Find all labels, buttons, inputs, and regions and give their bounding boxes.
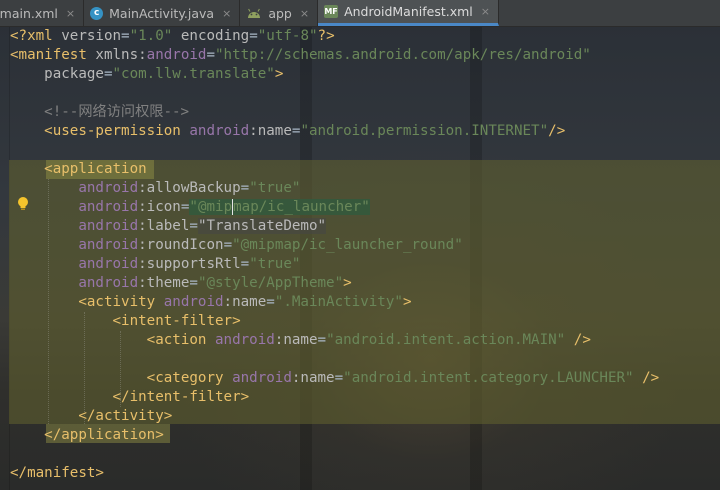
code-line-category: <category android:name="android.intent.c… <box>10 370 660 386</box>
tab-main-activity-java[interactable]: c MainActivity.java × <box>84 0 241 26</box>
tab-app[interactable]: app × <box>240 0 319 26</box>
code-line-activity-open: <activity android:name=".MainActivity"> <box>10 294 412 310</box>
java-class-icon: c <box>90 6 104 20</box>
code-line-round-icon: android:roundIcon="@mipmap/ic_launcher_r… <box>78 237 463 253</box>
tab-label: app <box>268 5 292 21</box>
tab-label: MainActivity.java <box>109 5 215 21</box>
code-line-2: <manifest xmlns:android="http://schemas.… <box>10 47 591 63</box>
code-line-activity-close: </activity> <box>10 408 173 424</box>
code-line-comment: <!--网络访问权限--> <box>10 104 190 120</box>
tab-label: AndroidManifest.xml <box>344 4 473 19</box>
code-editor[interactable]: <?xml version="1.0" encoding="utf-8"?> <… <box>0 27 720 490</box>
close-icon[interactable]: × <box>300 7 309 20</box>
code-line-application-close: </application> <box>10 427 164 443</box>
editor-tab-bar: y_main.xml × c MainActivity.java × app ×… <box>0 0 720 27</box>
code-line-icon: android:icon="@mipmap/ic_launcher" <box>78 199 370 215</box>
tab-label: y_main.xml <box>0 5 58 21</box>
close-icon[interactable]: × <box>481 5 490 18</box>
code-line-intent-filter-close: </intent-filter> <box>10 389 250 405</box>
code-line-intent-filter-open: <intent-filter> <box>10 313 241 329</box>
code-line-1: <?xml version="1.0" encoding="utf-8"?> <box>10 28 335 44</box>
tab-android-manifest-xml[interactable]: MF AndroidManifest.xml × <box>318 0 499 26</box>
code-line-theme: android:theme="@style/AppTheme"> <box>78 275 352 291</box>
text-caret: map/ic_launcher" <box>232 199 370 215</box>
code-line-allow-backup: android:allowBackup="true" <box>78 180 301 196</box>
close-icon[interactable]: × <box>222 7 231 20</box>
code-line-manifest-close: </manifest> <box>10 465 104 481</box>
code-line-supports-rtl: android:supportsRtl="true" <box>78 256 301 272</box>
code-line-application-open: <application <box>10 161 147 177</box>
manifest-file-icon: MF <box>324 5 339 18</box>
code-line-uses-permission: <uses-permission android:name="android.p… <box>10 123 566 139</box>
tab-activity-main-xml[interactable]: y_main.xml × <box>0 0 85 26</box>
code-line-action: <action android:name="android.intent.act… <box>10 332 591 348</box>
code-line-label: android:label="TranslateDemo" <box>78 218 327 234</box>
code-line-3: package="com.llw.translate"> <box>10 66 284 82</box>
close-icon[interactable]: × <box>66 7 75 20</box>
android-module-icon <box>246 7 262 19</box>
